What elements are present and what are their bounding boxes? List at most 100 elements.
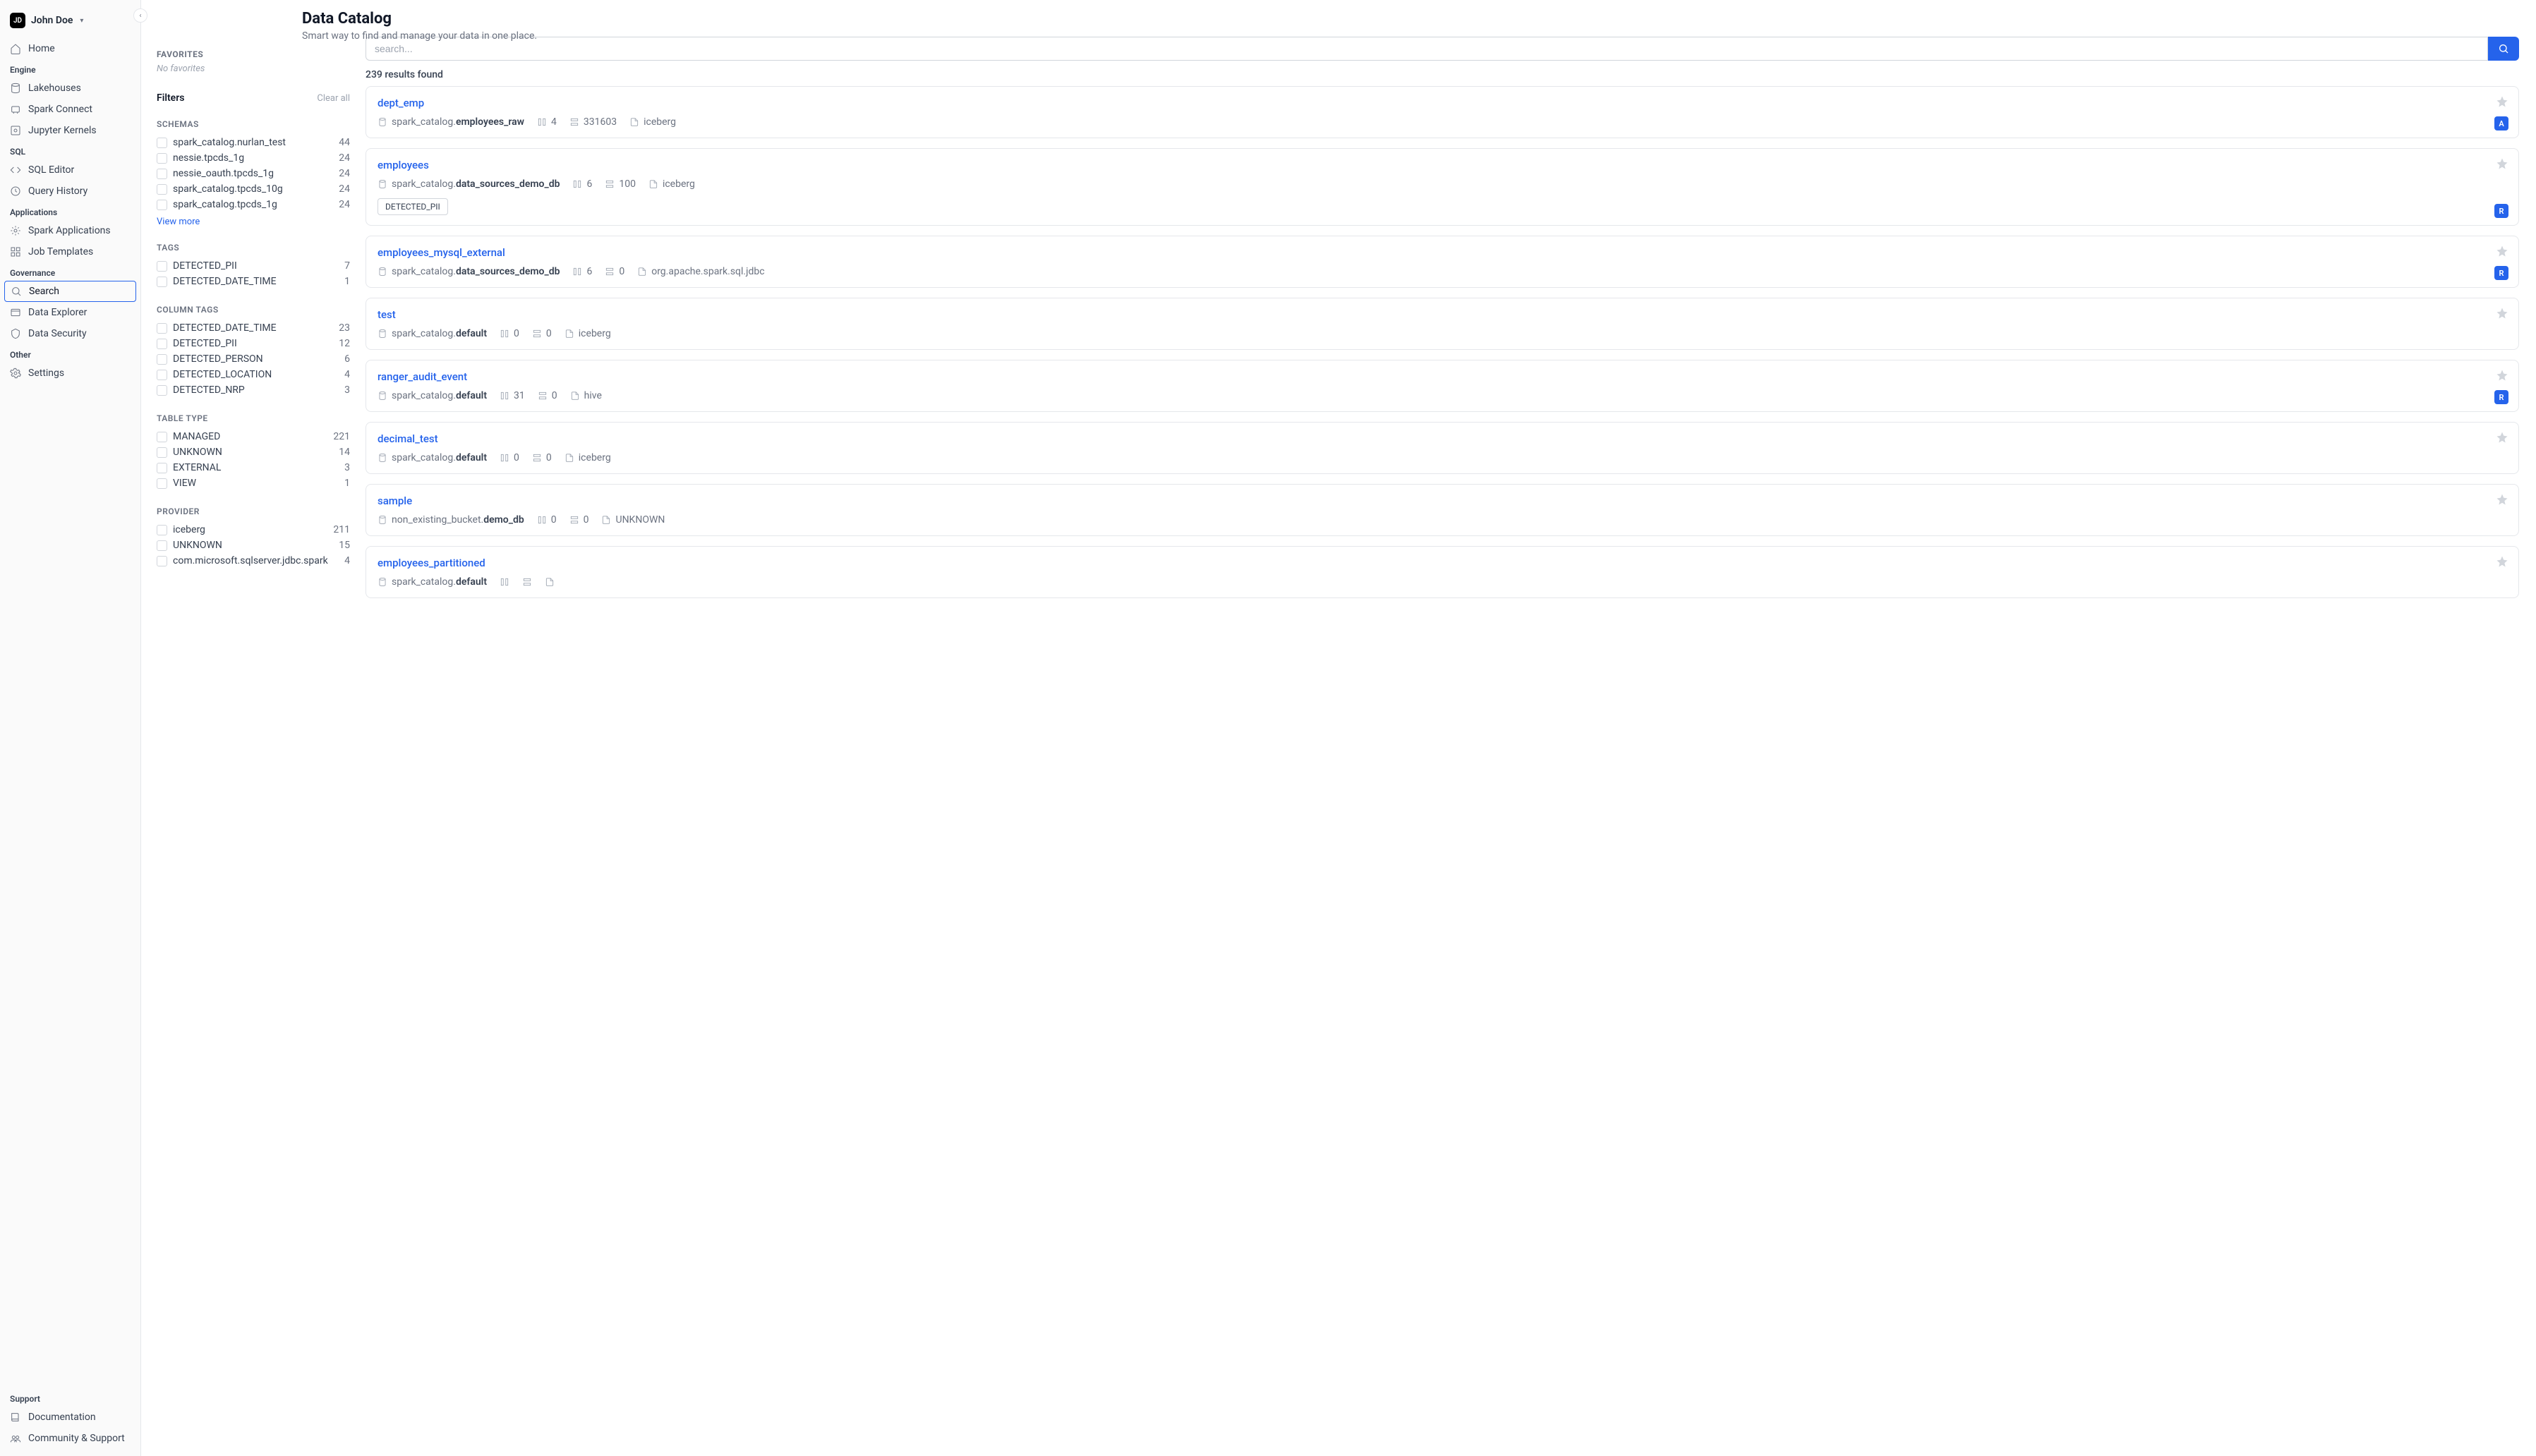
filter-option[interactable]: spark_catalog.tpcds_10g24 [157, 181, 350, 197]
sidebar-item-lakehouses[interactable]: Lakehouses [0, 78, 140, 99]
sidebar-item-query-history[interactable]: Query History [0, 181, 140, 202]
sidebar-item-data-explorer[interactable]: Data Explorer [0, 302, 140, 323]
search-input[interactable] [366, 37, 2488, 61]
star-icon[interactable] [2496, 157, 2508, 173]
filter-option[interactable]: spark_catalog.nurlan_test44 [157, 135, 350, 150]
filter-option[interactable]: spark_catalog.tpcds_1g24 [157, 197, 350, 212]
database-icon [378, 453, 387, 463]
checkbox[interactable] [157, 525, 167, 535]
sidebar-item-spark-applications[interactable]: Spark Applications [0, 220, 140, 241]
star-icon[interactable] [2496, 307, 2508, 322]
checkbox[interactable] [157, 169, 167, 179]
filter-option[interactable]: MANAGED221 [157, 429, 350, 444]
checkbox[interactable] [157, 323, 167, 334]
checkbox[interactable] [157, 153, 167, 164]
view-more-button[interactable]: View more [157, 217, 200, 227]
star-icon[interactable] [2496, 431, 2508, 447]
star-icon[interactable] [2496, 369, 2508, 384]
sidebar-item-search[interactable]: Search [4, 281, 136, 302]
nav-section-governance: Governance [0, 262, 140, 281]
filter-option[interactable]: iceberg211 [157, 522, 350, 538]
tag-chip: DETECTED_PII [378, 198, 448, 215]
result-title[interactable]: employees_mysql_external [378, 246, 505, 259]
checkbox[interactable] [157, 261, 167, 272]
star-icon[interactable] [2496, 245, 2508, 260]
columns-icon [500, 391, 509, 401]
sidebar-item-data-security[interactable]: Data Security [0, 323, 140, 344]
result-title[interactable]: sample [378, 495, 412, 507]
result-title[interactable]: dept_emp [378, 97, 424, 109]
filter-option[interactable]: DETECTED_PII7 [157, 258, 350, 274]
result-title[interactable]: ranger_audit_event [378, 370, 467, 383]
columns-icon [500, 329, 509, 339]
filter-option[interactable]: nessie.tpcds_1g24 [157, 150, 350, 166]
checkbox[interactable] [157, 339, 167, 349]
nav-label: Data Security [28, 328, 87, 339]
result-title[interactable]: test [378, 308, 396, 321]
checkbox[interactable] [157, 370, 167, 380]
checkbox[interactable] [157, 463, 167, 473]
filter-option[interactable]: VIEW1 [157, 475, 350, 491]
sidebar-item-spark-connect[interactable]: Spark Connect [0, 99, 140, 120]
sidebar-item-community-support[interactable]: Community & Support [0, 1428, 140, 1449]
result-card: employees_partitionedspark_catalog.defau… [366, 546, 2519, 598]
checkbox[interactable] [157, 540, 167, 551]
checkbox[interactable] [157, 478, 167, 489]
filter-option[interactable]: DETECTED_LOCATION4 [157, 367, 350, 382]
star-icon[interactable] [2496, 493, 2508, 509]
user-name: John Doe [31, 15, 73, 26]
filter-option[interactable]: DETECTED_PERSON6 [157, 351, 350, 367]
filter-count: 23 [339, 322, 350, 334]
filter-name: spark_catalog.tpcds_1g [173, 199, 333, 210]
checkbox[interactable] [157, 556, 167, 566]
filter-option[interactable]: DETECTED_DATE_TIME23 [157, 320, 350, 336]
checkbox[interactable] [157, 184, 167, 195]
sidebar-item-job-templates[interactable]: Job Templates [0, 241, 140, 262]
sidebar: JD John Doe ▾ ‹ Home EngineLakehousesSpa… [0, 0, 141, 1456]
database-icon [378, 515, 387, 525]
search-button[interactable] [2488, 37, 2519, 61]
star-icon[interactable] [2496, 95, 2508, 111]
columns-count: 0 [537, 514, 557, 526]
sidebar-item-sql-editor[interactable]: SQL Editor [0, 159, 140, 181]
result-title[interactable]: employees [378, 159, 429, 171]
result-title[interactable]: decimal_test [378, 432, 438, 445]
star-icon[interactable] [2496, 555, 2508, 571]
rows-icon [569, 515, 579, 525]
filter-option[interactable]: DETECTED_PII12 [157, 336, 350, 351]
checkbox[interactable] [157, 138, 167, 148]
checkbox[interactable] [157, 200, 167, 210]
database-icon [10, 83, 21, 94]
columns-count: 0 [500, 452, 519, 463]
filter-option[interactable]: EXTERNAL3 [157, 460, 350, 475]
filter-panel: FAVORITES No favorites Filters Clear all… [141, 37, 360, 1456]
columns-count: 0 [500, 328, 519, 339]
sidebar-item-jupyter-kernels[interactable]: Jupyter Kernels [0, 120, 140, 141]
filter-name: DETECTED_PII [173, 338, 333, 349]
filter-option[interactable]: DETECTED_DATE_TIME1 [157, 274, 350, 289]
sidebar-item-documentation[interactable]: Documentation [0, 1407, 140, 1428]
result-title[interactable]: employees_partitioned [378, 557, 485, 569]
filter-name: VIEW [173, 478, 339, 489]
filter-name: spark_catalog.tpcds_10g [173, 183, 333, 195]
sidebar-item-home[interactable]: Home [0, 38, 140, 59]
nav-label: Jupyter Kernels [28, 125, 97, 136]
schema-path: spark_catalog.data_sources_demo_db [378, 266, 560, 277]
nav-section-support: Support [0, 1388, 140, 1407]
checkbox[interactable] [157, 385, 167, 396]
filter-option[interactable]: UNKNOWN15 [157, 538, 350, 553]
filter-option[interactable]: DETECTED_NRP3 [157, 382, 350, 398]
filter-option[interactable]: nessie_oauth.tpcds_1g24 [157, 166, 350, 181]
sidebar-item-settings[interactable]: Settings [0, 363, 140, 384]
filter-option[interactable]: com.microsoft.sqlserver.jdbc.spark4 [157, 553, 350, 569]
checkbox[interactable] [157, 447, 167, 458]
result-card: samplenon_existing_bucket.demo_db00UNKNO… [366, 484, 2519, 536]
filter-option[interactable]: UNKNOWN14 [157, 444, 350, 460]
checkbox[interactable] [157, 277, 167, 287]
clear-all-button[interactable]: Clear all [317, 93, 350, 104]
checkbox[interactable] [157, 354, 167, 365]
user-menu[interactable]: JD John Doe ▾ [0, 7, 140, 38]
schema-path: non_existing_bucket.demo_db [378, 514, 524, 526]
schema-path: spark_catalog.employees_raw [378, 116, 524, 128]
checkbox[interactable] [157, 432, 167, 442]
